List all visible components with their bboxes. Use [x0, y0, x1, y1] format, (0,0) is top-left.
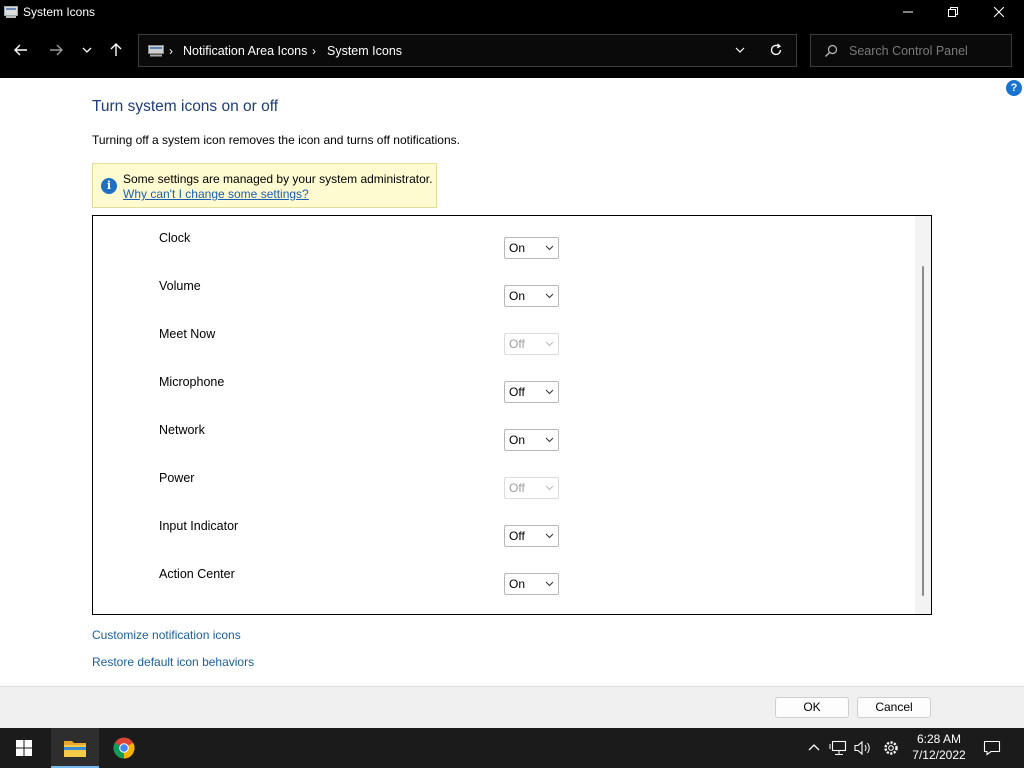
icon-label-action-center: Action Center — [159, 567, 235, 581]
window-title: System Icons — [23, 5, 96, 19]
breadcrumb-separator-icon: › — [312, 44, 316, 58]
search-input[interactable] — [849, 42, 1004, 60]
chevron-down-icon — [545, 437, 554, 443]
cancel-button[interactable]: Cancel — [857, 697, 931, 718]
restore-default-icon-behaviors-link[interactable]: Restore default icon behaviors — [92, 655, 254, 669]
chevron-down-icon — [545, 341, 554, 347]
notification-icon[interactable] — [983, 740, 1001, 756]
taskbar: 6:28 AM 7/12/2022 — [0, 728, 1024, 768]
list-item: Action Center On — [93, 567, 913, 615]
page-description: Turning off a system icon removes the ic… — [92, 133, 460, 147]
ok-button[interactable]: OK — [775, 697, 849, 718]
title-bar: System Icons — [0, 0, 1024, 24]
clock-time: 6:28 AM — [916, 732, 962, 746]
arrow-up-icon — [110, 43, 122, 56]
input-indicator-behavior-select[interactable]: Off — [504, 525, 559, 547]
network-icon[interactable] — [829, 740, 847, 756]
navigation-bar: › Notification Area Icons › System Icons — [0, 24, 1024, 78]
list-item: Power Off — [93, 471, 913, 519]
chevron-down-icon — [82, 47, 92, 53]
chevron-up-icon[interactable] — [808, 743, 820, 751]
microphone-behavior-select[interactable]: Off — [504, 381, 559, 403]
why-cant-change-link[interactable]: Why can't I change some settings? — [123, 187, 309, 201]
icon-label-microphone: Microphone — [159, 375, 225, 389]
restore-button[interactable] — [930, 0, 976, 24]
recent-locations-button[interactable] — [75, 39, 99, 61]
list-item: Input Indicator Off — [93, 519, 913, 567]
action-center-behavior-select[interactable]: On — [504, 573, 559, 595]
breadcrumb-separator-icon: › — [169, 44, 173, 58]
page-title: Turn system icons on or off — [92, 98, 279, 115]
power-behavior-select: Off — [504, 477, 559, 499]
icon-label-clock: Clock — [159, 231, 191, 245]
list-item: Meet Now Off — [93, 327, 913, 375]
chevron-down-icon — [545, 533, 554, 539]
windows-start-icon — [16, 740, 32, 756]
chevron-down-icon — [545, 293, 554, 299]
list-item: Volume On — [93, 279, 913, 327]
admin-notice-message: Some settings are managed by your system… — [123, 172, 433, 186]
help-icon[interactable]: ? — [1006, 80, 1022, 96]
volume-icon[interactable] — [854, 740, 872, 756]
forward-button[interactable] — [44, 39, 68, 61]
refresh-icon[interactable] — [769, 43, 783, 57]
icon-label-power: Power — [159, 471, 195, 485]
close-button[interactable] — [976, 0, 1022, 24]
icon-label-volume: Volume — [159, 279, 201, 293]
list-item: Clock On — [93, 231, 913, 279]
arrow-right-icon — [50, 44, 63, 56]
chevron-down-icon — [545, 581, 554, 587]
control-panel-icon — [4, 6, 18, 18]
settings-icon[interactable] — [882, 739, 900, 757]
dialog-footer: OK Cancel — [0, 686, 1024, 728]
back-button[interactable] — [9, 39, 33, 61]
list-item: Network On — [93, 423, 913, 471]
start-button[interactable] — [0, 728, 48, 768]
file-explorer-icon — [64, 741, 86, 757]
search-box[interactable] — [810, 34, 1012, 67]
taskbar-file-explorer[interactable] — [51, 728, 99, 768]
arrow-left-icon — [14, 44, 27, 56]
icon-label-input-indicator: Input Indicator — [159, 519, 239, 533]
clock-behavior-select[interactable]: On — [504, 237, 559, 259]
network-behavior-select[interactable]: On — [504, 429, 559, 451]
volume-behavior-select[interactable]: On — [504, 285, 559, 307]
vertical-scrollbar[interactable] — [915, 216, 931, 614]
scrollbar-thumb[interactable] — [922, 266, 924, 596]
up-button[interactable] — [104, 39, 128, 61]
customize-notification-icons-link[interactable]: Customize notification icons — [92, 628, 241, 642]
icon-label-meet-now: Meet Now — [159, 327, 216, 341]
control-panel-icon — [148, 45, 164, 57]
icon-label-network: Network — [159, 423, 205, 437]
chevron-down-icon — [545, 485, 554, 491]
minimize-button[interactable] — [885, 0, 931, 24]
breadcrumb-notification-area-icons[interactable]: Notification Area Icons — [183, 44, 307, 58]
breadcrumb-system-icons[interactable]: System Icons — [327, 44, 402, 58]
address-bar[interactable]: › Notification Area Icons › System Icons — [138, 34, 797, 67]
chevron-down-icon — [545, 245, 554, 251]
system-icons-list: Clock On Volume On Meet Now Off Micropho… — [92, 215, 932, 615]
info-icon: i — [101, 178, 117, 194]
list-item: Microphone Off — [93, 375, 913, 423]
clock-date: 7/12/2022 — [912, 748, 966, 762]
taskbar-clock[interactable]: 6:28 AM 7/12/2022 — [905, 731, 973, 763]
chevron-down-icon — [545, 389, 554, 395]
taskbar-chrome[interactable] — [100, 728, 148, 768]
search-icon — [825, 44, 838, 57]
address-dropdown-icon[interactable] — [735, 46, 745, 54]
chrome-icon — [113, 737, 135, 759]
meet-now-behavior-select: Off — [504, 333, 559, 355]
admin-notice: i Some settings are managed by your syst… — [92, 163, 437, 208]
